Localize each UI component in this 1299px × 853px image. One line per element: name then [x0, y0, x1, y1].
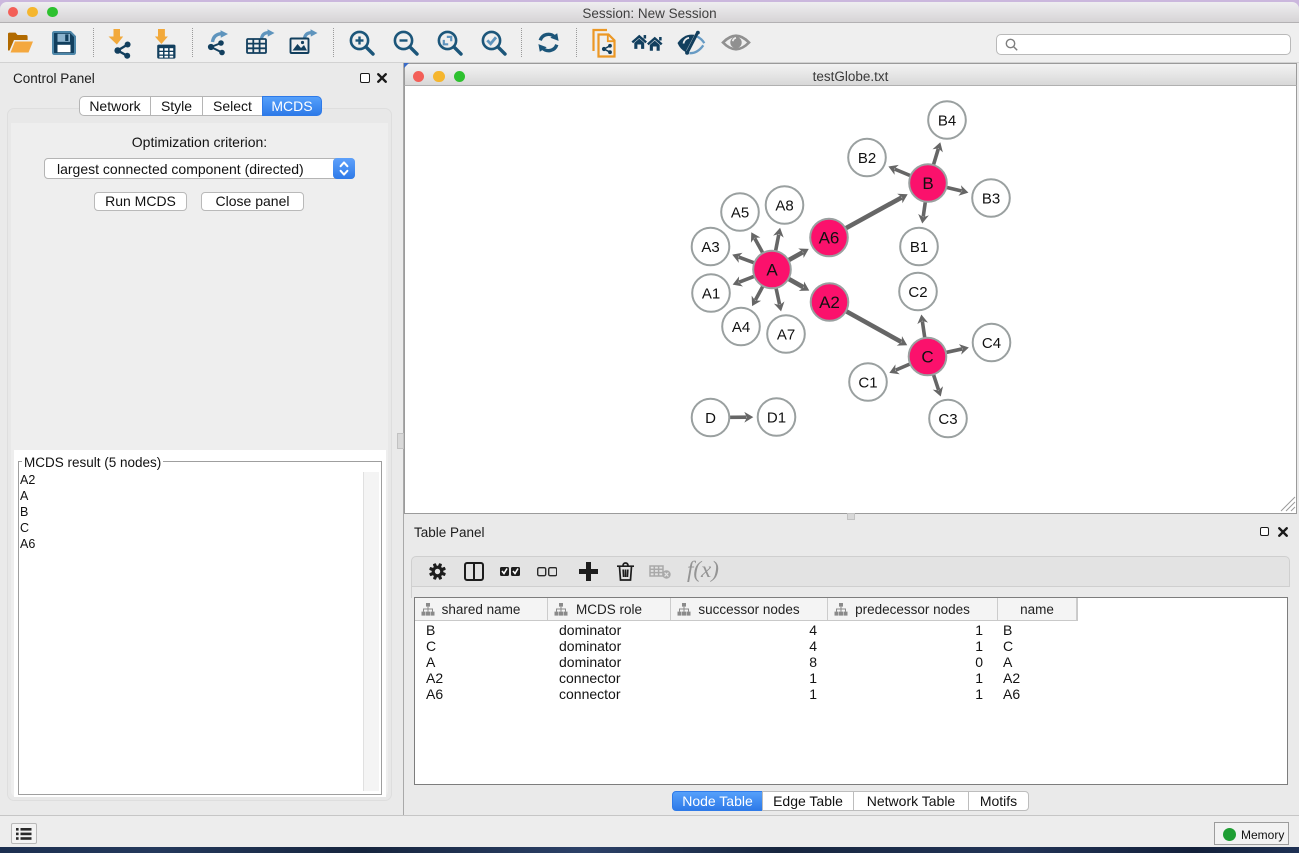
svg-text:D1: D1: [767, 410, 786, 427]
svg-text:B: B: [922, 174, 933, 193]
svg-text:A: A: [766, 261, 778, 280]
svg-text:A4: A4: [732, 319, 750, 336]
svg-text:A2: A2: [819, 293, 840, 312]
svg-text:C3: C3: [938, 411, 957, 428]
svg-text:A3: A3: [701, 239, 719, 256]
svg-text:A1: A1: [702, 286, 720, 303]
svg-text:A6: A6: [819, 229, 840, 248]
svg-text:B2: B2: [858, 150, 876, 167]
svg-text:A5: A5: [731, 205, 749, 222]
svg-text:A7: A7: [777, 327, 795, 344]
svg-text:D: D: [705, 410, 716, 427]
svg-text:A8: A8: [775, 198, 793, 215]
svg-text:C4: C4: [982, 335, 1001, 352]
svg-text:C2: C2: [908, 284, 927, 301]
svg-text:B3: B3: [982, 191, 1000, 208]
svg-text:C1: C1: [858, 375, 877, 392]
svg-text:C: C: [921, 348, 933, 367]
svg-text:B4: B4: [938, 113, 956, 130]
svg-text:B1: B1: [910, 239, 928, 256]
